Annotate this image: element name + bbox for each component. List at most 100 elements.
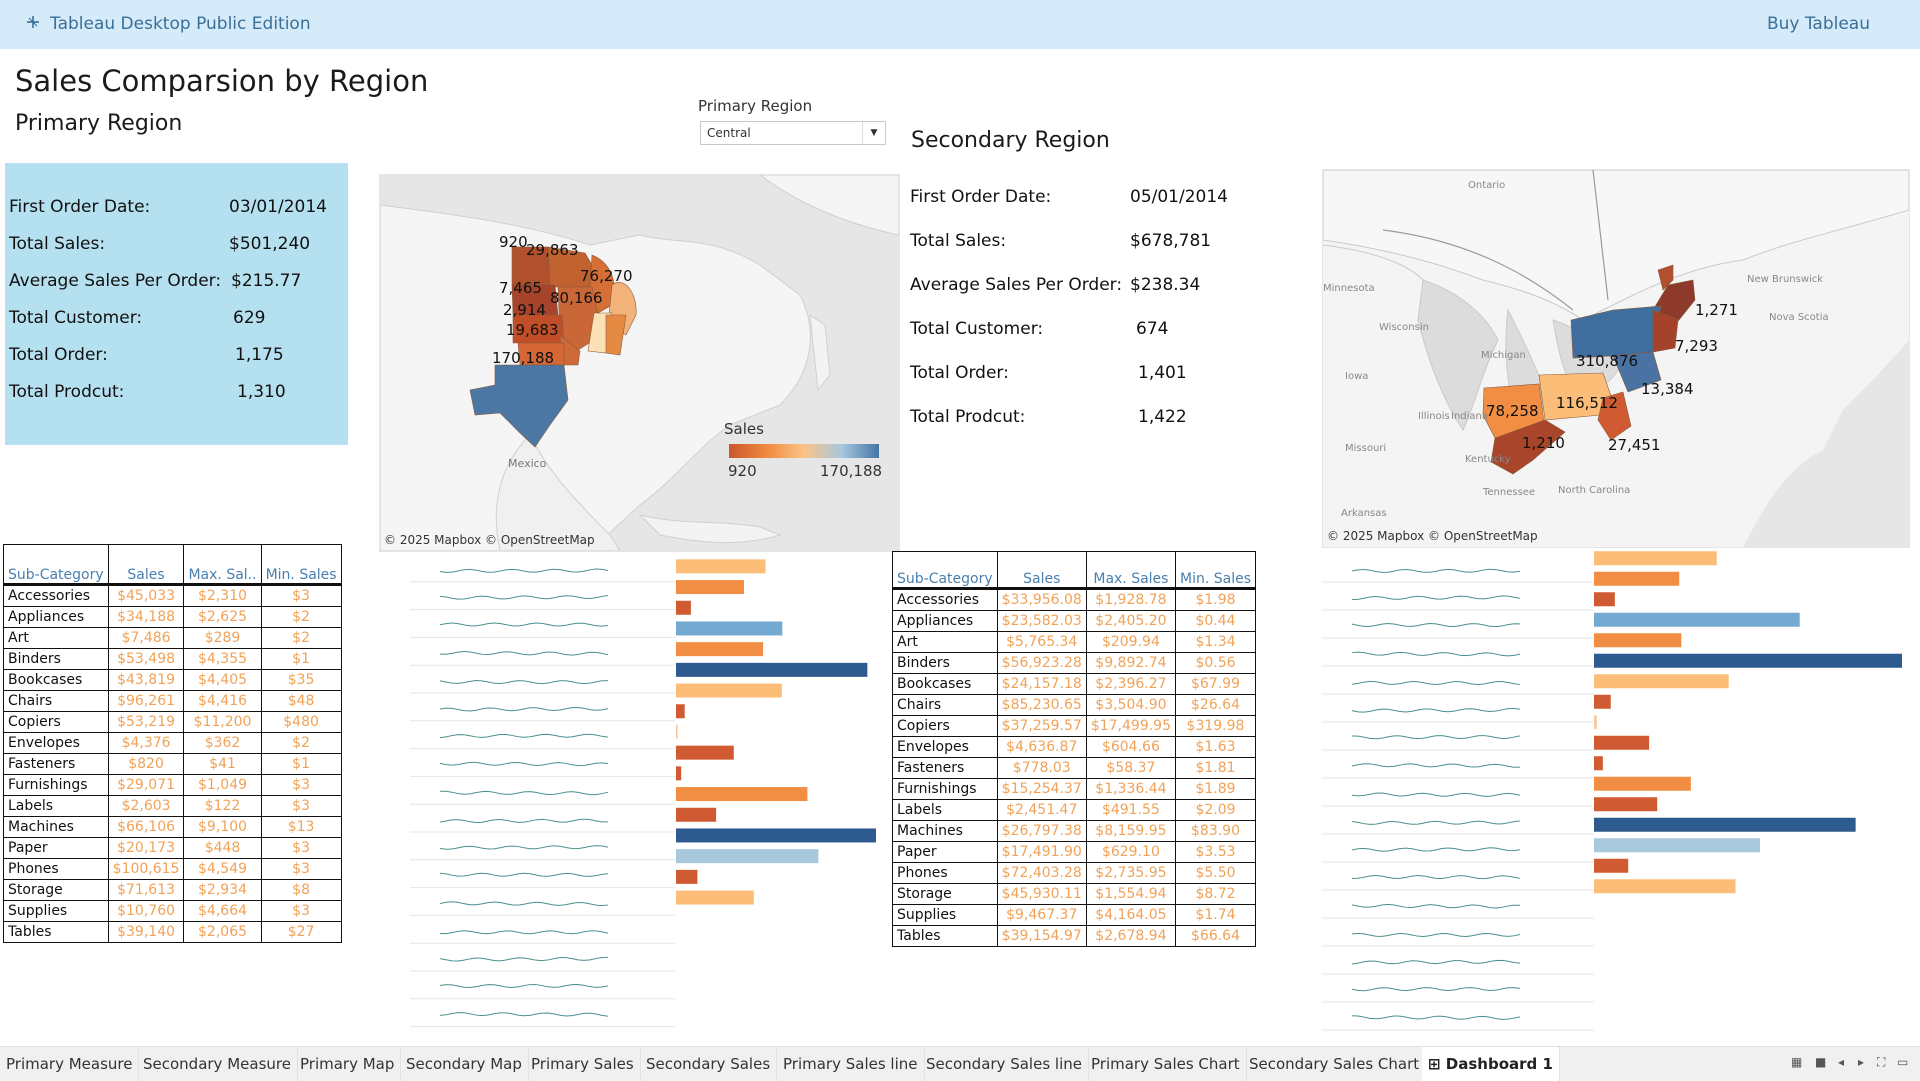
table-row: Paper $17,491.90 $629.10 $3.53	[892, 841, 1257, 863]
sheet-tab[interactable]: Primary Sales	[525, 1047, 641, 1081]
bar[interactable]	[676, 787, 808, 802]
bar[interactable]	[676, 600, 691, 615]
bar[interactable]	[1594, 612, 1800, 627]
bar[interactable]	[676, 580, 744, 595]
column-header[interactable]: Min. Sales	[1174, 551, 1257, 589]
table-row: Fasteners $820 $41 $1	[3, 753, 342, 775]
present-icon[interactable]: ▭	[1897, 1055, 1908, 1069]
bar[interactable]	[676, 704, 685, 719]
bar[interactable]	[1594, 776, 1691, 791]
bar[interactable]	[676, 828, 876, 843]
value-cell: $820	[107, 753, 185, 775]
bar[interactable]	[676, 869, 698, 884]
bar[interactable]	[676, 890, 754, 905]
bar[interactable]	[676, 724, 678, 739]
column-header[interactable]: Sales	[996, 551, 1087, 589]
value-cell: $3	[260, 584, 342, 607]
secondary-sales-sparklines	[1322, 568, 1594, 1031]
bar[interactable]	[1594, 715, 1597, 730]
sheet-tab[interactable]: Primary Sales line	[777, 1047, 925, 1081]
column-header[interactable]: Sub-Category	[3, 544, 109, 585]
value-cell: $43,819	[107, 669, 185, 691]
bar[interactable]	[676, 807, 717, 822]
sheet-tab[interactable]: Primary Measure	[0, 1047, 140, 1081]
bar[interactable]	[1594, 858, 1629, 873]
bar[interactable]	[1594, 879, 1736, 894]
sheet-tab-label: Secondary Sales Chart	[1249, 1055, 1420, 1073]
bar[interactable]	[1594, 592, 1615, 607]
bar[interactable]	[1594, 756, 1603, 771]
primary-region-dropdown[interactable]: Central ▼	[700, 121, 886, 145]
value-cell: $2,065	[183, 921, 262, 943]
secondary-metric-value: $238.34	[1130, 275, 1201, 295]
column-header[interactable]: Sales	[107, 544, 185, 585]
bar[interactable]	[676, 745, 734, 760]
bar[interactable]	[676, 559, 766, 574]
sheet-tab[interactable]: Secondary Sales line	[920, 1047, 1089, 1081]
value-cell: $4,549	[183, 858, 262, 880]
value-cell: $2	[260, 732, 342, 754]
fullscreen-icon[interactable]: ⛶	[1877, 1055, 1885, 1070]
map-place-label: Ontario	[1468, 180, 1505, 191]
next-icon[interactable]: ▸	[1858, 1055, 1864, 1069]
column-header[interactable]: Max. Sales	[1085, 551, 1177, 589]
table-row: Appliances $23,582.03 $2,405.20 $0.44	[892, 610, 1257, 632]
sub-category-cell: Fasteners	[3, 753, 109, 775]
sparkline	[439, 650, 609, 656]
value-cell: $45,033	[107, 584, 185, 607]
bar[interactable]	[1594, 571, 1680, 586]
sub-category-cell: Appliances	[3, 606, 109, 628]
bar[interactable]	[676, 849, 819, 864]
sparkline	[439, 1012, 609, 1017]
value-cell: $1,049	[183, 774, 262, 796]
sub-category-cell: Storage	[892, 883, 998, 905]
bar[interactable]	[1594, 694, 1611, 709]
table-row: Tables $39,140 $2,065 $27	[3, 921, 342, 943]
bar[interactable]	[1594, 653, 1902, 668]
value-cell: $8,159.95	[1085, 820, 1177, 842]
sheet-tab[interactable]: Primary Sales Chart	[1085, 1047, 1247, 1081]
sparkline	[1351, 568, 1521, 573]
chevron-down-icon[interactable]: ▼	[862, 122, 885, 144]
value-cell: $67.99	[1174, 673, 1257, 695]
map-value-label: 80,166	[550, 289, 603, 307]
bar[interactable]	[1594, 735, 1650, 750]
sheet-tab[interactable]: Primary Map	[294, 1047, 402, 1081]
bar[interactable]	[676, 683, 782, 698]
bar[interactable]	[676, 621, 783, 636]
value-cell: $24,157.18	[996, 673, 1087, 695]
sheet-tab[interactable]: Secondary Measure	[137, 1047, 298, 1081]
bar[interactable]	[676, 662, 868, 677]
sheet-tab[interactable]: Secondary Sales	[640, 1047, 778, 1081]
secondary-metric-value: 1,422	[1138, 407, 1187, 427]
column-header[interactable]: Sub-Category	[892, 551, 998, 589]
primary-map[interactable]: 920 29,863 76,270 7,465 80,166 2,914 19,683 170…	[379, 174, 900, 552]
buy-tableau-link[interactable]: Buy Tableau	[1767, 14, 1870, 34]
value-cell: $4,355	[183, 648, 262, 670]
prev-icon[interactable]: ◂	[1838, 1055, 1844, 1069]
column-header[interactable]: Min. Sales	[260, 544, 342, 585]
secondary-map[interactable]: 1,271 7,293 310,876 13,384 78,258 116,512 1,21…	[1322, 169, 1910, 548]
secondary-metric-value: 05/01/2014	[1130, 187, 1228, 207]
value-cell: $83.90	[1174, 820, 1257, 842]
sheet-tab[interactable]: Secondary Sales Chart	[1243, 1047, 1427, 1081]
bar[interactable]	[1594, 551, 1717, 566]
sheet-tab-label: Secondary Measure	[143, 1055, 291, 1073]
bar[interactable]	[1594, 633, 1682, 648]
bar[interactable]	[1594, 817, 1856, 832]
bar[interactable]	[676, 642, 764, 657]
column-header[interactable]: Max. Sal..	[183, 544, 262, 585]
sub-category-cell: Copiers	[3, 711, 109, 733]
bar[interactable]	[1594, 674, 1729, 689]
value-cell: $2,934	[183, 879, 262, 901]
grid-view-icon[interactable]: ▦	[1791, 1055, 1802, 1069]
sheet-tab[interactable]: ⊞ Dashboard 1	[1422, 1047, 1560, 1081]
bar[interactable]	[1594, 797, 1658, 812]
bar[interactable]	[1594, 838, 1760, 853]
sheet-tab[interactable]: Secondary Map	[400, 1047, 529, 1081]
bar[interactable]	[676, 766, 682, 781]
sparkline	[439, 761, 609, 767]
map-place-label: Wisconsin	[1379, 322, 1429, 333]
primary-region-value: Central	[707, 126, 751, 140]
sheet-view-icon[interactable]: ■	[1815, 1055, 1826, 1069]
